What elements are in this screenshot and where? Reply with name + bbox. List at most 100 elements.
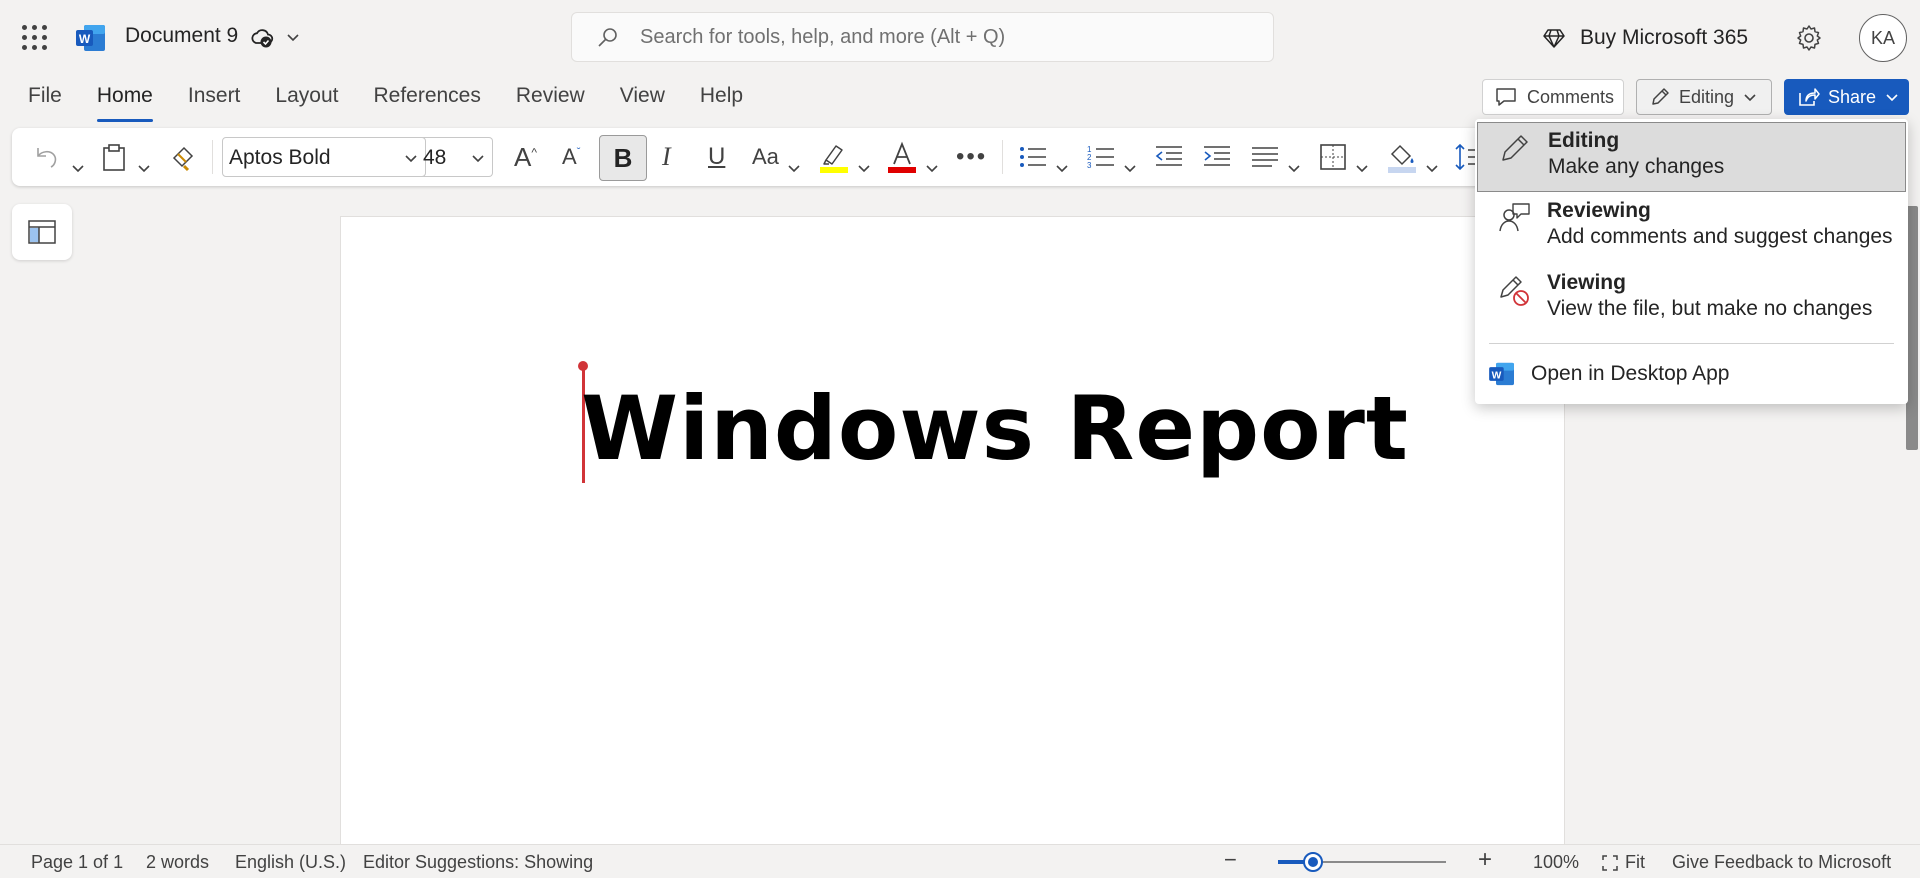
font-size-select[interactable]: 48 — [415, 137, 493, 177]
shrink-font-icon: Aˇ — [562, 144, 581, 169]
menu-item-viewing[interactable]: Viewing View the file, but make no chang… — [1477, 265, 1906, 335]
more-font-options-button[interactable]: ••• — [956, 138, 987, 176]
tab-file[interactable]: File — [28, 78, 62, 118]
saved-status-icon[interactable] — [250, 26, 274, 50]
chevron-down-icon[interactable] — [1286, 149, 1302, 187]
tab-references[interactable]: References — [373, 78, 480, 118]
chevron-down-icon — [472, 155, 484, 163]
font-color-icon — [888, 141, 916, 173]
menu-item-reviewing[interactable]: Reviewing Add comments and suggest chang… — [1477, 193, 1906, 263]
menu-item-title: Editing — [1548, 129, 1620, 152]
account-avatar[interactable]: KA — [1859, 14, 1907, 62]
chevron-down-icon[interactable] — [1122, 149, 1138, 187]
menu-item-editing[interactable]: Editing Make any changes — [1477, 122, 1906, 192]
page-count[interactable]: Page 1 of 1 — [31, 852, 123, 873]
tab-review[interactable]: Review — [516, 78, 585, 118]
tab-insert[interactable]: Insert — [188, 78, 241, 118]
comments-button[interactable]: Comments — [1482, 79, 1624, 115]
chevron-down-icon[interactable] — [136, 149, 152, 187]
bullet-list-icon — [1020, 147, 1046, 167]
document-page[interactable]: Windows Report — [340, 216, 1565, 846]
menu-item-title: Reviewing — [1547, 199, 1651, 222]
paste-button[interactable] — [100, 138, 128, 176]
comment-icon — [1496, 88, 1516, 106]
document-title[interactable]: Document 9 — [125, 24, 238, 48]
chevron-down-icon[interactable] — [1424, 149, 1440, 187]
shrink-font-button[interactable]: Aˇ — [562, 138, 580, 176]
app-launcher-icon[interactable] — [22, 25, 48, 51]
grow-font-button[interactable]: A^ — [514, 138, 537, 176]
chevron-down-icon — [1744, 94, 1756, 102]
open-in-desktop-app-item[interactable]: W Open in Desktop App — [1489, 359, 1729, 389]
chevron-down-icon[interactable] — [924, 149, 940, 187]
menu-item-subtitle: Add comments and suggest changes — [1547, 225, 1893, 248]
menu-item-subtitle: View the file, but make no changes — [1547, 297, 1873, 320]
decrease-indent-button[interactable] — [1154, 138, 1184, 176]
comments-label: Comments — [1527, 86, 1615, 107]
font-color-button[interactable] — [886, 138, 918, 176]
viewing-icon — [1500, 276, 1529, 306]
clipboard-icon — [103, 144, 125, 171]
fit-button[interactable]: Fit — [1601, 852, 1645, 873]
increase-indent-button[interactable] — [1202, 138, 1232, 176]
share-button[interactable]: Share — [1784, 79, 1909, 115]
chevron-down-icon[interactable] — [786, 149, 802, 187]
navigation-pane-button[interactable] — [12, 204, 72, 260]
language-indicator[interactable]: English (U.S.) — [235, 852, 346, 873]
tab-home[interactable]: Home — [96, 78, 153, 122]
diamond-icon — [1543, 29, 1565, 48]
editing-mode-menu: Editing Make any changes Reviewing Add c… — [1475, 119, 1908, 404]
borders-icon — [1320, 144, 1346, 170]
status-bar: Page 1 of 1 2 words English (U.S.) Edito… — [0, 844, 1920, 878]
chevron-down-icon[interactable] — [284, 28, 302, 46]
tab-layout[interactable]: Layout — [275, 78, 338, 118]
undo-icon — [37, 148, 57, 168]
zoom-in-button[interactable]: + — [1478, 846, 1492, 874]
fit-label: Fit — [1625, 852, 1645, 872]
word-count[interactable]: 2 words — [146, 852, 209, 873]
bold-button[interactable]: B — [599, 135, 647, 181]
align-button[interactable] — [1250, 138, 1280, 176]
change-case-button[interactable]: Aa — [752, 138, 779, 176]
format-painter-button[interactable] — [170, 138, 200, 176]
chevron-down-icon[interactable] — [1354, 149, 1370, 187]
pencil-icon — [1502, 135, 1528, 161]
italic-button[interactable]: I — [662, 138, 671, 176]
bullets-button[interactable] — [1018, 138, 1048, 176]
zoom-slider-thumb[interactable] — [1303, 852, 1324, 872]
editing-mode-button[interactable]: Editing — [1636, 79, 1772, 115]
search-box[interactable]: Search for tools, help, and more (Alt + … — [571, 12, 1274, 62]
svg-text:W: W — [79, 32, 91, 46]
format-painter-icon — [172, 146, 194, 172]
tab-view[interactable]: View — [620, 78, 665, 118]
settings-gear-icon[interactable] — [1795, 24, 1823, 52]
editor-suggestions-status[interactable]: Editor Suggestions: Showing — [363, 852, 593, 873]
buy-microsoft-365-link[interactable]: Buy Microsoft 365 — [1542, 24, 1748, 52]
menu-item-title: Viewing — [1547, 271, 1626, 294]
align-left-icon — [1252, 147, 1278, 167]
feedback-link[interactable]: Give Feedback to Microsoft — [1672, 852, 1891, 873]
tab-help[interactable]: Help — [700, 78, 743, 118]
buy-microsoft-365-label: Buy Microsoft 365 — [1580, 26, 1749, 49]
zoom-out-button[interactable]: − — [1224, 847, 1237, 873]
chevron-down-icon[interactable] — [856, 149, 872, 187]
more-icon: ••• — [956, 143, 988, 170]
highlight-color-button[interactable] — [818, 138, 850, 176]
chevron-down-icon[interactable] — [1054, 149, 1070, 187]
share-icon — [1799, 88, 1820, 106]
document-heading[interactable]: Windows Report — [581, 377, 1409, 480]
fit-icon — [1602, 854, 1618, 871]
borders-button[interactable] — [1318, 138, 1348, 176]
zoom-level[interactable]: 100% — [1533, 852, 1579, 873]
chevron-down-icon[interactable] — [70, 149, 86, 187]
underline-button[interactable]: U — [708, 138, 725, 176]
increase-indent-icon — [1204, 146, 1230, 166]
font-name-select[interactable]: Aptos Bold — [222, 137, 426, 177]
menu-item-subtitle: Make any changes — [1548, 155, 1725, 178]
editing-label: Editing — [1679, 86, 1735, 107]
shading-button[interactable] — [1386, 138, 1418, 176]
numbering-button[interactable]: 1 2 3 — [1086, 138, 1116, 176]
undo-button[interactable] — [32, 138, 62, 176]
word-logo-icon: W — [1489, 362, 1514, 386]
ribbon-divider — [1002, 140, 1003, 174]
